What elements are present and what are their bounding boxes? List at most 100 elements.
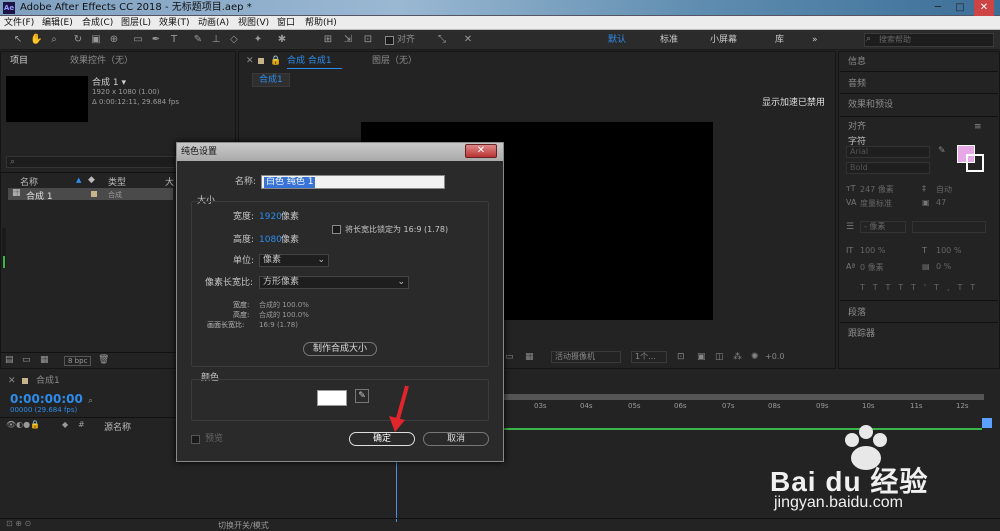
interpret-footage-icon[interactable]: ▤ — [5, 355, 14, 365]
ok-button[interactable]: 确定 — [349, 432, 415, 446]
eraser-tool-icon[interactable]: ◇ — [228, 34, 240, 46]
world-axis-icon[interactable]: ⇲ — [342, 34, 354, 46]
local-axis-icon[interactable]: ⊞ — [322, 34, 334, 46]
stroke-color-swatch[interactable] — [966, 154, 984, 172]
workspace-libraries[interactable]: 库 — [775, 33, 784, 47]
menu-layer[interactable]: 图层(L) — [121, 16, 151, 30]
toggle-pixel-icon[interactable]: ⊡ — [677, 352, 685, 362]
menu-effect[interactable]: 效果(T) — [159, 16, 190, 30]
help-search-input[interactable]: 搜索帮助 — [864, 33, 994, 47]
font-family-dropdown[interactable]: Arial — [846, 146, 930, 158]
trash-icon[interactable]: 🗑 — [98, 355, 109, 365]
zoom-tool-icon[interactable]: ⌕ — [48, 34, 60, 46]
close-window-button[interactable]: ✕ — [974, 0, 994, 16]
label-tag-icon[interactable]: ◆ — [88, 175, 95, 185]
menu-edit[interactable]: 编辑(E) — [42, 16, 73, 30]
preview-checkbox[interactable] — [191, 435, 200, 444]
new-comp-icon[interactable]: ▦ — [40, 355, 49, 365]
tsume-value[interactable]: 0 % — [936, 262, 951, 271]
eyedropper-icon[interactable]: ✎ — [938, 146, 946, 156]
label-column-icon[interactable]: ◆ — [62, 420, 68, 429]
exposure-icon[interactable]: ✺ — [751, 352, 759, 362]
timeline-search-icon[interactable]: ⌕ — [88, 396, 93, 406]
panel-menu-icon[interactable]: ≡ — [974, 121, 982, 133]
col-source-name[interactable]: 源名称 — [104, 420, 131, 433]
pixel-aspect-dropdown[interactable]: 方形像素 ⌄ — [259, 276, 409, 289]
clone-stamp-tool-icon[interactable]: ⊥ — [210, 34, 222, 46]
camera-dropdown[interactable]: 活动摄像机 — [551, 351, 621, 363]
snap-checkbox[interactable] — [385, 36, 394, 45]
menu-composition[interactable]: 合成(C) — [82, 16, 113, 30]
current-timecode[interactable]: 0:00:00:00 — [10, 392, 83, 406]
maximize-button[interactable]: □ — [950, 0, 970, 16]
comp-subtab[interactable]: 合成1 — [252, 73, 290, 87]
project-col-type[interactable]: 类型 — [108, 175, 126, 188]
type-tool-icon[interactable]: T — [168, 34, 180, 46]
menu-help[interactable]: 帮助(H) — [305, 16, 337, 30]
pan-behind-tool-icon[interactable]: ⊕ — [108, 34, 120, 46]
project-search-input[interactable] — [6, 156, 176, 168]
tab-effect-controls[interactable]: 效果控件（无） — [70, 55, 133, 67]
project-col-more[interactable]: 大 — [165, 175, 174, 188]
font-style-dropdown[interactable]: Bold — [846, 162, 930, 174]
eyedropper-icon[interactable]: ✎ — [355, 389, 369, 403]
time-ruler[interactable]: 03s 04s 05s 06s 07s 08s 09s 10s 11s 12s — [504, 402, 984, 416]
lock-icon[interactable]: 🔒 — [270, 55, 281, 67]
font-size-value[interactable]: 247 像素 — [860, 184, 894, 195]
menu-file[interactable]: 文件(F) — [4, 16, 34, 30]
project-col-name[interactable]: 名称 — [20, 175, 38, 188]
align-option-icon[interactable]: ✕ — [462, 34, 474, 46]
panel-paragraph[interactable]: 段落 — [848, 307, 866, 319]
make-comp-size-button[interactable]: 制作合成大小 — [303, 342, 377, 356]
tab-project[interactable]: 项目 — [10, 55, 28, 67]
roto-brush-tool-icon[interactable]: ✦ — [252, 34, 264, 46]
height-value[interactable]: 1080 — [259, 234, 282, 246]
panel-effects-presets[interactable]: 效果和预设 — [848, 99, 893, 111]
horizontal-scale-value[interactable]: 100 % — [936, 246, 961, 255]
layer-number-icon[interactable]: # — [78, 420, 85, 429]
views-dropdown[interactable]: 1个... — [631, 351, 667, 363]
color-swatch[interactable] — [317, 390, 347, 406]
project-comp-name[interactable]: 合成 1 ▾ — [92, 75, 126, 88]
tracking-value[interactable]: 47 — [936, 198, 946, 207]
menu-animation[interactable]: 动画(A) — [198, 16, 229, 30]
lock-aspect-checkbox[interactable] — [332, 225, 341, 234]
workspace-small-screen[interactable]: 小屏幕 — [710, 33, 737, 47]
close-timeline-tab-icon[interactable]: ✕ — [8, 375, 16, 387]
stroke-unit-dropdown[interactable]: - 像素 — [860, 221, 906, 233]
workspace-more[interactable]: » — [812, 33, 818, 47]
view-axis-icon[interactable]: ⊡ — [362, 34, 374, 46]
snapshot-icon[interactable]: ▣ — [697, 352, 706, 362]
name-input[interactable]: 白色 纯色 1 — [261, 175, 445, 189]
camera-tool-icon[interactable]: ▣ — [90, 34, 102, 46]
new-folder-icon[interactable]: ▭ — [22, 355, 31, 365]
baseline-shift-value[interactable]: 0 像素 — [860, 262, 884, 273]
pen-tool-icon[interactable]: ✒ — [150, 34, 162, 46]
region-of-interest-icon[interactable]: ▭ — [505, 352, 514, 362]
leading-value[interactable]: 自动 — [936, 184, 952, 195]
rotate-tool-icon[interactable]: ↻ — [72, 34, 84, 46]
panel-tracker[interactable]: 跟踪器 — [848, 328, 875, 340]
sort-up-icon[interactable]: ▲ — [76, 176, 81, 184]
selection-tool-icon[interactable]: ↖ — [12, 34, 24, 46]
workspace-default[interactable]: 默认 — [608, 33, 626, 47]
minimize-button[interactable]: ─ — [928, 0, 948, 16]
workspace-standard[interactable]: 标准 — [660, 33, 678, 47]
toggle-switches-modes[interactable]: 切换开关/模式 — [218, 520, 269, 531]
kerning-value[interactable]: 度量标准 — [860, 198, 892, 209]
stroke-mode-dropdown[interactable] — [912, 221, 986, 233]
transparency-grid-icon[interactable]: ▦ — [525, 352, 534, 362]
vertical-scale-value[interactable]: 100 % — [860, 246, 885, 255]
tab-layer[interactable]: 图层（无） — [372, 55, 417, 67]
show-snapshot-icon[interactable]: ◫ — [715, 352, 724, 362]
unit-dropdown[interactable]: 像素 ⌄ — [259, 254, 329, 267]
timeline-footer-icons[interactable]: ⊡ ⊕ ⊙ — [6, 519, 31, 528]
channel-icon[interactable]: ⁂ — [733, 352, 742, 362]
work-area-bar[interactable] — [504, 394, 984, 400]
hand-tool-icon[interactable]: ✋ — [30, 34, 42, 46]
tab-timeline-comp[interactable]: 合成1 — [36, 375, 60, 387]
panel-audio[interactable]: 音频 — [848, 78, 866, 90]
menu-view[interactable]: 视图(V) — [238, 16, 269, 30]
av-switches-icons[interactable]: 👁◐●🔒 — [6, 420, 40, 429]
bpc-button[interactable]: 8 bpc — [64, 356, 92, 366]
